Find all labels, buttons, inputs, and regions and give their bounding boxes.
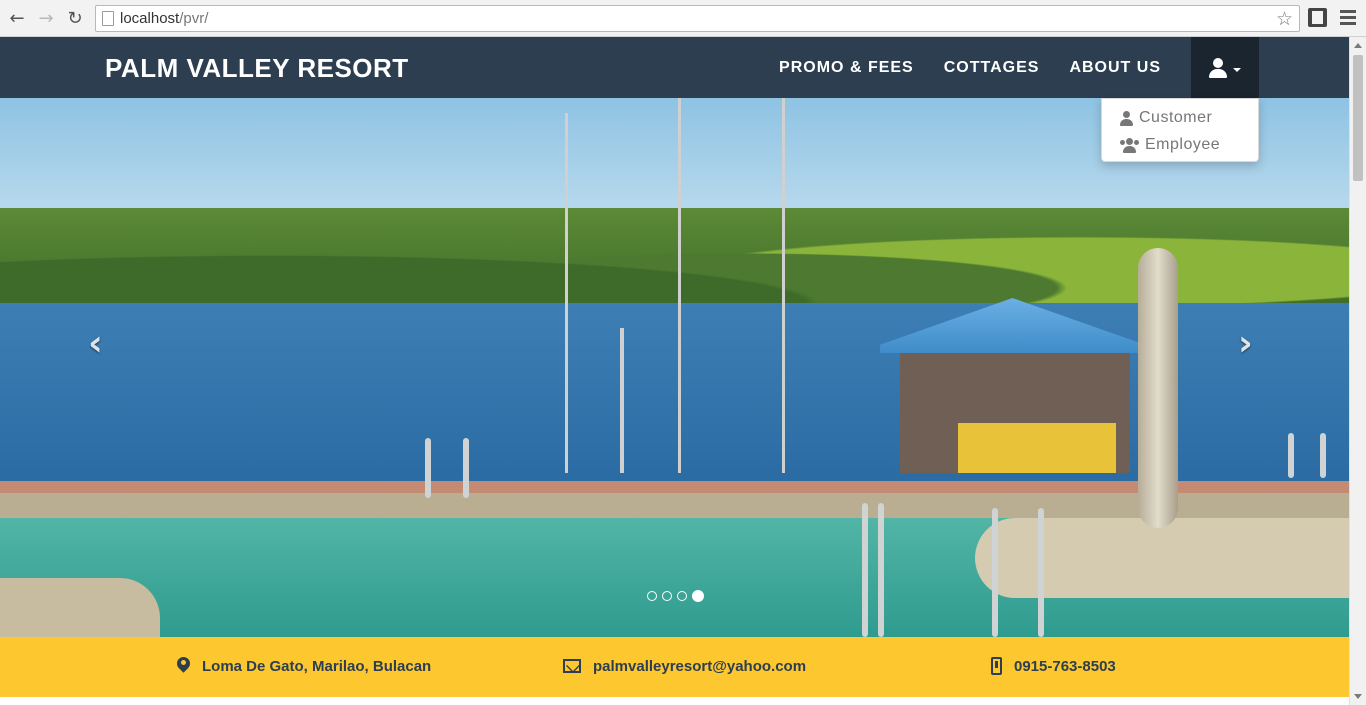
scroll-up-icon[interactable] (1354, 43, 1362, 48)
address-bar[interactable]: localhost/pvr/ ☆ (95, 5, 1300, 32)
nav-link-about-us[interactable]: ABOUT US (1054, 37, 1176, 98)
site-brand[interactable]: PALM VALLEY RESORT (105, 53, 409, 84)
phone-icon (991, 657, 1002, 675)
hero-carousel: ‹ › (0, 98, 1349, 637)
address-text: Loma De Gato, Marilao, Bulacan (202, 657, 432, 675)
dropdown-item-label: Employee (1145, 136, 1221, 153)
carousel-indicator-2[interactable] (662, 591, 672, 601)
dropdown-item-label: Customer (1139, 109, 1213, 126)
star-icon[interactable]: ☆ (1276, 8, 1293, 30)
phone-text: 0915-763-8503 (1014, 657, 1116, 675)
page-bottom-edge (0, 697, 1349, 705)
users-icon (1120, 137, 1139, 153)
contact-email: palmvalleyresort@yahoo.com (563, 637, 806, 695)
film-icon[interactable] (1308, 8, 1327, 27)
forward-icon[interactable]: → (35, 7, 57, 29)
carousel-prev-icon[interactable]: ‹ (88, 323, 103, 364)
envelope-icon (563, 659, 581, 673)
url-host: localhost (120, 10, 180, 27)
scrollbar-thumb[interactable] (1353, 55, 1363, 181)
contact-phone: 0915-763-8503 (991, 637, 1116, 695)
user-icon (1120, 110, 1133, 126)
contact-info-bar: Loma De Gato, Marilao, Bulacan palmvalle… (0, 637, 1349, 697)
page-scrollbar[interactable] (1349, 37, 1366, 705)
user-dropdown: Customer Employee (1101, 98, 1259, 162)
nav-link-promo-fees[interactable]: PROMO & FEES (764, 37, 929, 98)
nav-links: PROMO & FEES COTTAGES ABOUT US (764, 37, 1176, 98)
browser-toolbar: ← → ↻ localhost/pvr/ ☆ (0, 0, 1366, 37)
carousel-indicator-1[interactable] (647, 591, 657, 601)
reload-icon[interactable]: ↻ (64, 7, 86, 29)
site-navbar: PALM VALLEY RESORT PROMO & FEES COTTAGES… (0, 37, 1349, 98)
email-text[interactable]: palmvalleyresort@yahoo.com (593, 658, 806, 675)
carousel-indicator-4[interactable] (692, 590, 704, 602)
scroll-down-icon[interactable] (1354, 694, 1362, 699)
user-icon (1209, 57, 1227, 78)
user-menu-toggle[interactable] (1191, 37, 1259, 98)
nav-link-cottages[interactable]: COTTAGES (929, 37, 1055, 98)
contact-address: Loma De Gato, Marilao, Bulacan (177, 637, 431, 695)
back-icon[interactable]: ← (6, 7, 28, 29)
page-icon (102, 11, 114, 26)
page-viewport: PALM VALLEY RESORT PROMO & FEES COTTAGES… (0, 37, 1349, 705)
url-text[interactable]: localhost/pvr/ (120, 10, 208, 27)
dropdown-item-employee[interactable]: Employee (1120, 134, 1220, 156)
carousel-indicator-3[interactable] (677, 591, 687, 601)
map-marker-icon (177, 657, 190, 675)
dropdown-item-customer[interactable]: Customer (1120, 107, 1212, 129)
caret-down-icon (1233, 67, 1241, 72)
url-path: /pvr/ (179, 10, 209, 27)
carousel-indicators (647, 590, 704, 602)
carousel-next-icon[interactable]: › (1238, 323, 1253, 364)
menu-icon[interactable] (1340, 10, 1356, 28)
